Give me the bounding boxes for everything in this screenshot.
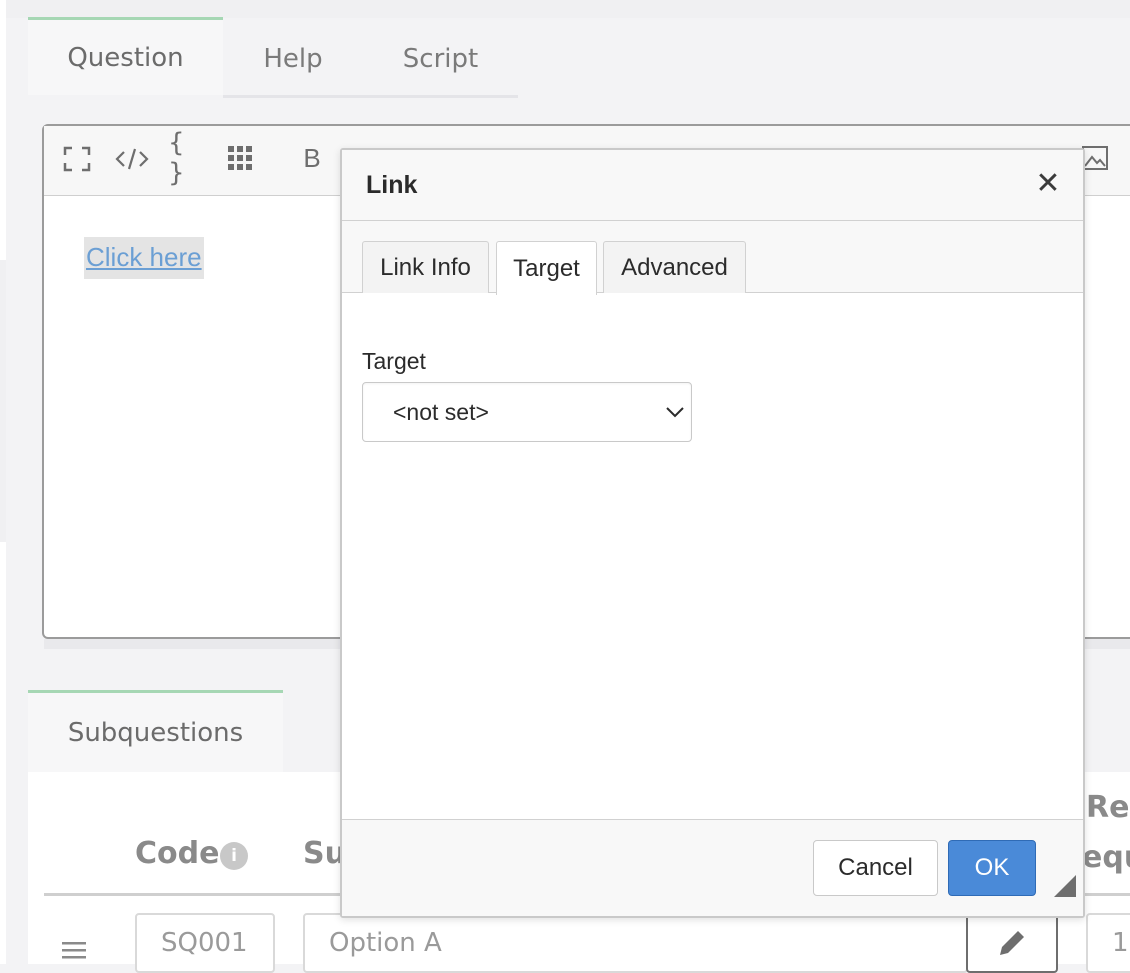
- column-header-code: Code: [135, 836, 220, 871]
- edit-button[interactable]: [966, 913, 1058, 973]
- dialog-title: Link: [366, 171, 418, 199]
- tab-question[interactable]: Question: [28, 17, 223, 95]
- editor-link-text[interactable]: Click here: [84, 237, 204, 279]
- subquestion-text-input[interactable]: Option A: [303, 913, 968, 973]
- target-select[interactable]: <not set>: [362, 382, 692, 442]
- placeholder-braces-icon[interactable]: { }: [168, 128, 204, 188]
- chevron-down-icon: [664, 401, 686, 423]
- dialog-header[interactable]: [342, 150, 1083, 221]
- relevance-input[interactable]: 1: [1086, 913, 1130, 973]
- column-header-relevance: Rel: [1086, 790, 1130, 825]
- code-input[interactable]: SQ001: [135, 913, 275, 973]
- target-label: Target: [362, 348, 426, 374]
- page-left-edge-band: [0, 260, 6, 542]
- grid-icon[interactable]: [224, 142, 256, 174]
- source-code-icon[interactable]: [112, 142, 152, 176]
- resize-handle-icon[interactable]: [1054, 875, 1076, 897]
- ok-button[interactable]: OK: [948, 840, 1036, 896]
- cancel-button[interactable]: Cancel: [813, 840, 938, 896]
- column-header-relevance-line2: equ: [1082, 840, 1130, 875]
- tab-script[interactable]: Script: [363, 20, 518, 98]
- tab-advanced[interactable]: Advanced: [603, 241, 746, 293]
- drag-handle-icon[interactable]: [60, 938, 90, 964]
- pencil-icon: [1000, 931, 1024, 955]
- bold-icon[interactable]: B: [296, 140, 328, 176]
- tab-subquestions[interactable]: Subquestions: [28, 690, 283, 772]
- fullscreen-icon[interactable]: [60, 142, 94, 176]
- info-icon[interactable]: i: [220, 842, 248, 870]
- close-icon[interactable]: ✕: [1030, 165, 1066, 201]
- tabs-underline: [223, 95, 518, 98]
- tab-help[interactable]: Help: [223, 20, 363, 98]
- tab-link-info[interactable]: Link Info: [362, 241, 489, 293]
- tab-target[interactable]: Target: [496, 241, 597, 295]
- page-top-band: [6, 0, 1130, 18]
